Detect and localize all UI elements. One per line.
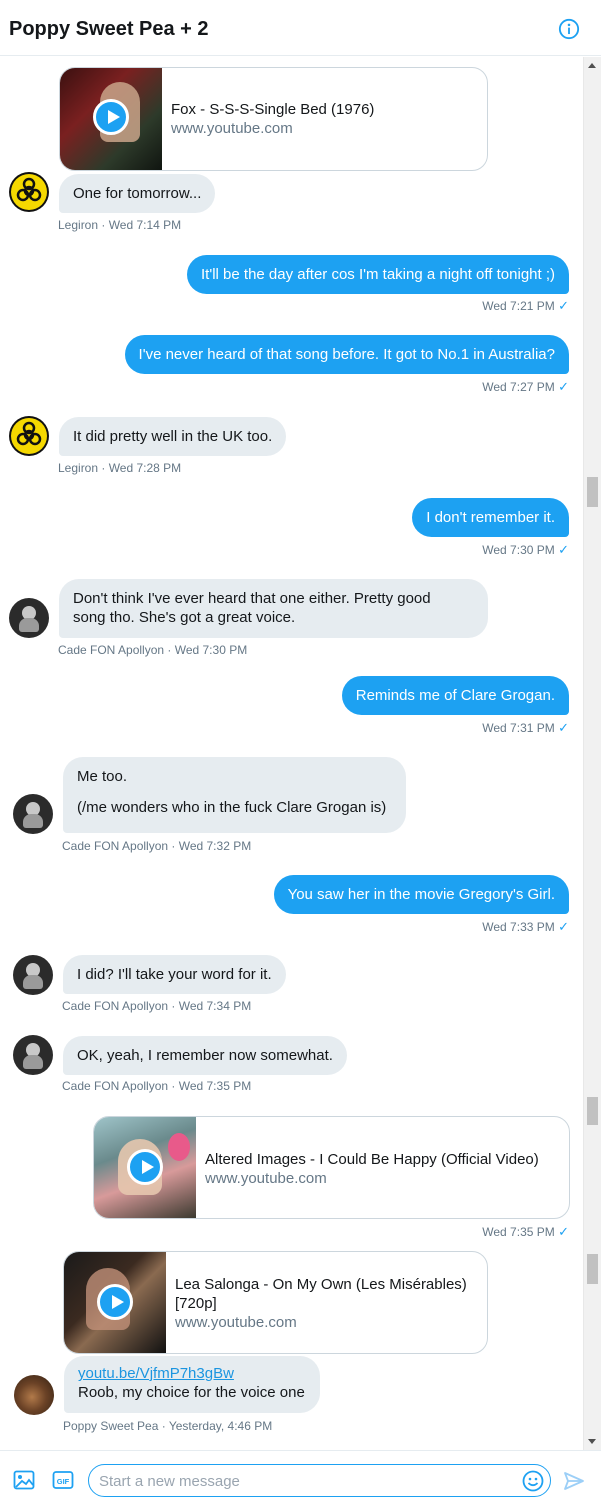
message-meta: Wed 7:30 PM ✓	[482, 542, 569, 558]
play-icon[interactable]	[93, 99, 129, 135]
message-meta: Wed 7:31 PM ✓	[482, 720, 569, 736]
message-time: Wed 7:21 PM	[482, 299, 555, 313]
message-meta: Legiron · Wed 7:14 PM	[58, 218, 182, 232]
message-bubble[interactable]: You saw her in the movie Gregory's Girl.	[273, 875, 569, 914]
play-icon[interactable]	[97, 1284, 133, 1320]
scrollbar-thumb-marker	[587, 1254, 598, 1284]
message-time: Wed 7:27 PM	[482, 380, 555, 394]
conversation-header: Poppy Sweet Pea + 2	[0, 0, 601, 56]
link-card[interactable]: Lea Salonga - On My Own (Les Misérables)…	[63, 1251, 488, 1354]
check-icon: ✓	[558, 919, 569, 934]
info-icon[interactable]	[558, 18, 580, 40]
check-icon: ✓	[558, 298, 569, 313]
message-bubble[interactable]: Reminds me of Clare Grogan.	[341, 676, 569, 715]
message-time: Wed 7:33 PM	[482, 920, 555, 934]
message-meta: Wed 7:33 PM ✓	[482, 919, 569, 935]
message-time: Wed 7:35 PM	[482, 1225, 555, 1239]
card-title: Fox - S-S-S-Single Bed (1976)	[171, 101, 375, 118]
message-bubble[interactable]: Me too. (/me wonders who in the fuck Cla…	[63, 757, 406, 833]
avatar[interactable]	[13, 955, 53, 995]
message-bubble[interactable]: It'll be the day after cos I'm taking a …	[187, 255, 569, 294]
avatar[interactable]	[13, 1035, 53, 1075]
avatar[interactable]	[14, 1375, 54, 1415]
message-meta: Cade FON Apollyon · Wed 7:30 PM	[58, 643, 248, 657]
gif-icon[interactable]: GIF	[52, 1470, 74, 1490]
message-bubble[interactable]: I did? I'll take your word for it.	[63, 955, 286, 994]
card-title: Lea Salonga - On My Own (Les Misérables)	[175, 1276, 467, 1293]
message-line: song tho. She's got a great voice.	[73, 609, 296, 626]
card-domain: www.youtube.com	[171, 120, 293, 137]
check-icon: ✓	[558, 379, 569, 394]
scrollbar-thumb[interactable]	[587, 477, 598, 507]
message-line: Don't think I've ever heard that one eit…	[73, 590, 431, 607]
gif-label: GIF	[57, 1477, 70, 1486]
card-domain: www.youtube.com	[205, 1170, 327, 1187]
avatar[interactable]	[9, 416, 49, 456]
avatar[interactable]	[9, 172, 49, 212]
link-card[interactable]: Altered Images - I Could Be Happy (Offic…	[93, 1116, 570, 1219]
message-time: Wed 7:31 PM	[482, 721, 555, 735]
play-icon[interactable]	[127, 1149, 163, 1185]
scroll-up-icon[interactable]	[588, 63, 596, 68]
message-link[interactable]: youtu.be/VjfmP7h3gBw	[78, 1364, 306, 1383]
message-meta: Cade FON Apollyon · Wed 7:32 PM	[62, 839, 252, 853]
message-meta: Poppy Sweet Pea · Yesterday, 4:46 PM	[63, 1419, 273, 1433]
message-line: Me too.	[77, 768, 128, 785]
message-line: (/me wonders who in the fuck Clare Groga…	[77, 799, 387, 816]
message-meta: Wed 7:35 PM ✓	[482, 1224, 569, 1240]
send-icon[interactable]	[563, 1470, 585, 1492]
message-line: Roob, my choice for the voice one	[78, 1384, 305, 1401]
check-icon: ✓	[558, 720, 569, 735]
check-icon: ✓	[558, 542, 569, 557]
message-meta: Legiron · Wed 7:28 PM	[58, 461, 182, 475]
image-icon[interactable]	[13, 1470, 35, 1490]
message-input[interactable]	[99, 1471, 509, 1491]
avatar[interactable]	[9, 598, 49, 638]
message-bubble[interactable]: OK, yeah, I remember now somewhat.	[63, 1036, 347, 1075]
message-thread: Fox - S-S-S-Single Bed (1976) www.youtub…	[0, 57, 583, 1450]
message-meta: Cade FON Apollyon · Wed 7:34 PM	[62, 999, 252, 1013]
scrollbar-thumb-marker	[587, 1097, 598, 1125]
scroll-down-icon[interactable]	[588, 1439, 596, 1444]
message-meta: Cade FON Apollyon · Wed 7:35 PM	[62, 1079, 252, 1093]
conversation-title: Poppy Sweet Pea + 2	[9, 18, 209, 40]
message-bubble[interactable]: It did pretty well in the UK too.	[59, 417, 287, 456]
message-bubble[interactable]: One for tomorrow...	[59, 174, 216, 213]
message-bubble[interactable]: Don't think I've ever heard that one eit…	[59, 579, 488, 638]
link-card[interactable]: Fox - S-S-S-Single Bed (1976) www.youtub…	[59, 67, 488, 171]
message-time: Wed 7:30 PM	[482, 543, 555, 557]
emoji-icon[interactable]	[522, 1470, 544, 1492]
scrollbar[interactable]	[583, 57, 601, 1450]
avatar[interactable]	[13, 794, 53, 834]
message-input-wrapper	[88, 1464, 551, 1497]
message-bubble[interactable]: I don't remember it.	[412, 498, 569, 537]
card-title-cont: [720p]	[175, 1295, 217, 1312]
message-meta: Wed 7:21 PM ✓	[482, 298, 569, 314]
message-bubble[interactable]: I've never heard of that song before. It…	[124, 335, 569, 374]
message-composer: GIF	[0, 1450, 601, 1508]
message-meta: Wed 7:27 PM ✓	[482, 379, 569, 395]
card-domain: www.youtube.com	[175, 1314, 297, 1331]
check-icon: ✓	[558, 1224, 569, 1239]
message-bubble[interactable]: youtu.be/VjfmP7h3gBw Roob, my choice for…	[64, 1356, 320, 1413]
card-title: Altered Images - I Could Be Happy (Offic…	[205, 1151, 539, 1168]
